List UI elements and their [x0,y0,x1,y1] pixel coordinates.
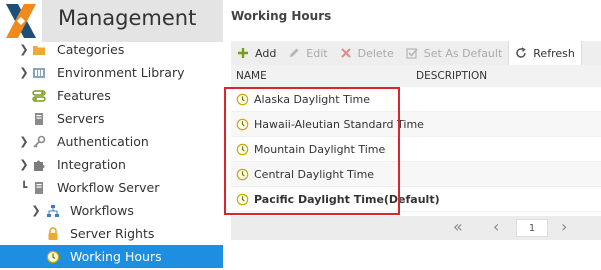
grid-footer-space [231,240,601,270]
tree-item-servers[interactable]: Servers [0,107,223,130]
edit-button-label: Edit [306,46,328,60]
tree-item-label: Categories [57,42,125,57]
refresh-button-label: Refresh [533,46,575,60]
grid-header: NAME DESCRIPTION [231,65,601,87]
column-header-description[interactable]: DESCRIPTION [416,70,487,82]
add-button[interactable]: Add [231,41,282,65]
checkbox-icon [406,48,418,59]
navigation-tree: ❯ Categories ❯ Environment Library Featu… [0,38,223,268]
refresh-icon [516,47,527,58]
tree-item-environment-library[interactable]: ❯ Environment Library [0,61,223,84]
plus-icon [238,48,248,58]
tree-item-categories[interactable]: ❯ Categories [0,38,223,61]
puzzle-icon [32,158,46,172]
folder-icon [32,43,46,57]
toolbar: Add Edit Delete Set As Default Refresh [231,41,601,65]
logo-icon [0,0,42,42]
library-icon [32,66,46,80]
delete-button[interactable]: Delete [334,41,400,65]
workflow-icon [46,204,60,218]
content-panel: Working Hours Add Edit Delete Set As Def… [223,0,601,270]
tree-item-authentication[interactable]: ❯ Authentication [0,130,223,153]
tree-item-label: Features [57,88,111,103]
tree-item-label: Workflow Server [57,180,160,195]
lock-icon [46,226,60,241]
tree-item-integration[interactable]: ❯ Integration [0,153,223,176]
set-as-default-label: Set As Default [423,46,503,60]
pencil-icon [290,48,299,57]
chevron-right-icon[interactable]: ❯ [19,66,29,79]
pager: « ‹ 1 › [231,216,601,240]
chevron-right-icon[interactable]: ❯ [31,204,41,217]
tree-item-label: Authentication [57,134,149,149]
tree-item-label: Server Rights [70,226,155,241]
page-title: Working Hours [231,9,332,23]
chevron-right-icon[interactable]: ❯ [19,158,29,171]
chevron-right-icon[interactable]: ❯ [19,43,29,56]
key-icon [32,135,46,149]
column-header-name[interactable]: NAME [236,70,267,82]
clock-icon [46,250,60,264]
page-number-input[interactable]: 1 [516,219,548,237]
navigation-panel: Management ❯ Categories ❯ Environment Li… [0,0,223,270]
server-icon [32,112,46,126]
add-button-label: Add [255,46,277,60]
chevron-down-icon[interactable]: ┗ [19,181,29,194]
edit-button[interactable]: Edit [282,41,333,65]
features-icon [32,89,46,103]
app-header: Management [0,0,223,42]
highlight-annotation [224,87,400,215]
close-icon [340,48,351,58]
server-icon [32,181,46,195]
tree-item-working-hours[interactable]: Working Hours [0,245,223,268]
tree-item-label: Integration [57,157,126,172]
tree-item-workflows[interactable]: ❯ Workflows [0,199,223,222]
delete-button-label: Delete [357,46,394,60]
first-page-icon[interactable]: « [453,217,463,236]
previous-page-icon[interactable]: ‹ [493,217,499,236]
tree-item-label: Working Hours [70,249,162,264]
tree-item-workflow-server[interactable]: ┗ Workflow Server [0,176,223,199]
tree-item-label: Workflows [70,203,134,218]
next-page-icon[interactable]: › [561,217,567,236]
chevron-right-icon[interactable]: ❯ [19,135,29,148]
refresh-button[interactable]: Refresh [508,41,582,65]
app-title: Management [58,6,197,30]
tree-item-label: Environment Library [57,65,185,80]
tree-item-server-rights[interactable]: Server Rights [0,222,223,245]
tree-item-features[interactable]: Features [0,84,223,107]
tree-item-label: Servers [57,111,105,126]
set-as-default-button[interactable]: Set As Default [400,41,509,65]
